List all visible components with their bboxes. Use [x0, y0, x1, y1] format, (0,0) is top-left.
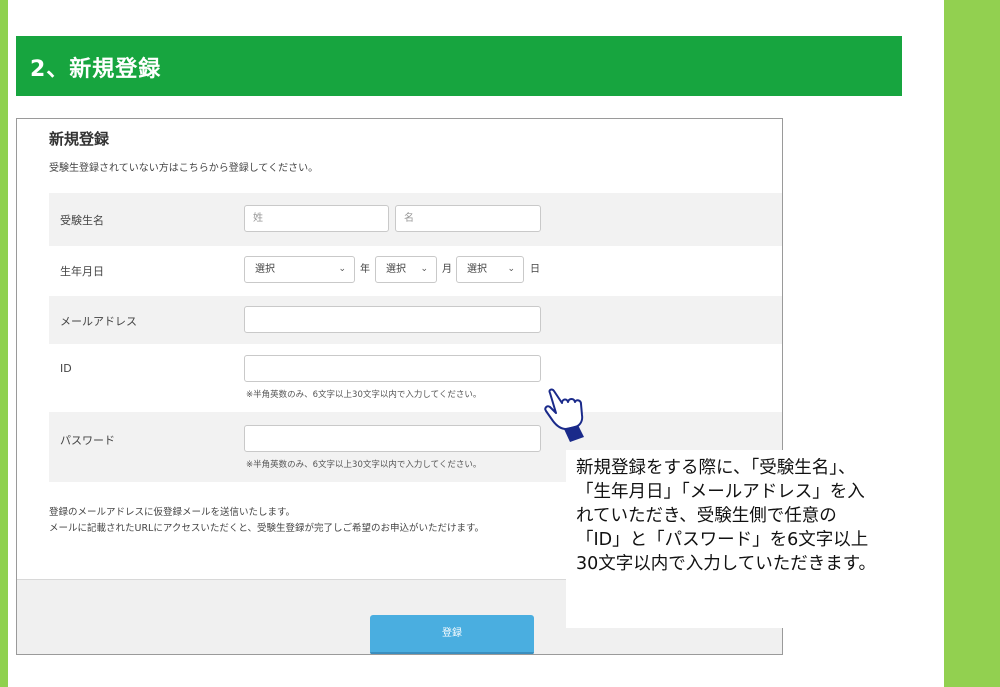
register-button[interactable]: 登録 — [370, 615, 534, 654]
callout-text: 新規登録をする際に、「受験生名」、「生年月日」「メールアドレス」を入れていただき… — [576, 458, 876, 574]
birth-day-select[interactable]: 選択 ⌄ — [456, 256, 524, 283]
birth-year-value: 選択 — [255, 264, 275, 275]
birth-month-select[interactable]: 選択 ⌄ — [375, 256, 437, 283]
note-line: 登録のメールアドレスに仮登録メールを送信いたします。 — [49, 507, 296, 518]
password-hint: ※半角英数のみ、6文字以上30文字以内で入力してください。 — [246, 460, 482, 470]
section-title: 2、新規登録 — [30, 57, 162, 82]
password-input[interactable] — [244, 425, 541, 452]
email-input[interactable] — [244, 306, 541, 333]
name-row: 受験生名 姓 名 — [49, 193, 782, 246]
birth-day-value: 選択 — [467, 264, 487, 275]
chevron-down-icon: ⌄ — [338, 264, 346, 274]
year-unit: 年 — [360, 264, 370, 275]
form-description: 受験生登録されていない方はこちらから登録してください。 — [49, 163, 319, 174]
first-name-input[interactable]: 名 — [395, 205, 541, 232]
chevron-down-icon: ⌄ — [507, 264, 515, 274]
chevron-down-icon: ⌄ — [420, 264, 428, 274]
birth-month-value: 選択 — [386, 264, 406, 275]
registration-notes: 登録のメールアドレスに仮登録メールを送信いたします。 メールに記載されたURLに… — [49, 505, 484, 537]
birth-year-select[interactable]: 選択 ⌄ — [244, 256, 355, 283]
birthdate-row: 生年月日 選択 ⌄ 年 選択 ⌄ 月 選択 ⌄ 日 — [49, 246, 782, 296]
id-input[interactable] — [244, 355, 541, 382]
left-accent-bar — [0, 0, 8, 687]
form-title: 新規登録 — [49, 130, 110, 148]
instruction-callout: 新規登録をする際に、「受験生名」、「生年月日」「メールアドレス」を入れていただき… — [566, 450, 884, 628]
name-label: 受験生名 — [60, 214, 104, 227]
last-name-input[interactable]: 姓 — [244, 205, 389, 232]
day-unit: 日 — [530, 264, 540, 275]
section-header: 2、新規登録 — [16, 36, 902, 96]
email-label: メールアドレス — [60, 315, 137, 328]
month-unit: 月 — [442, 264, 452, 275]
id-row: ID ※半角英数のみ、6文字以上30文字以内で入力してください。 — [49, 344, 782, 412]
birthdate-label: 生年月日 — [60, 265, 104, 278]
right-accent-bar — [944, 0, 1000, 687]
pointing-hand-icon — [544, 388, 584, 442]
note-line: メールに記載されたURLにアクセスいただくと、受験生登録が完了しご希望のお申込が… — [49, 523, 485, 534]
id-label: ID — [60, 362, 72, 375]
id-hint: ※半角英数のみ、6文字以上30文字以内で入力してください。 — [246, 390, 482, 400]
password-label: パスワード — [60, 434, 115, 447]
email-row: メールアドレス — [49, 296, 782, 344]
